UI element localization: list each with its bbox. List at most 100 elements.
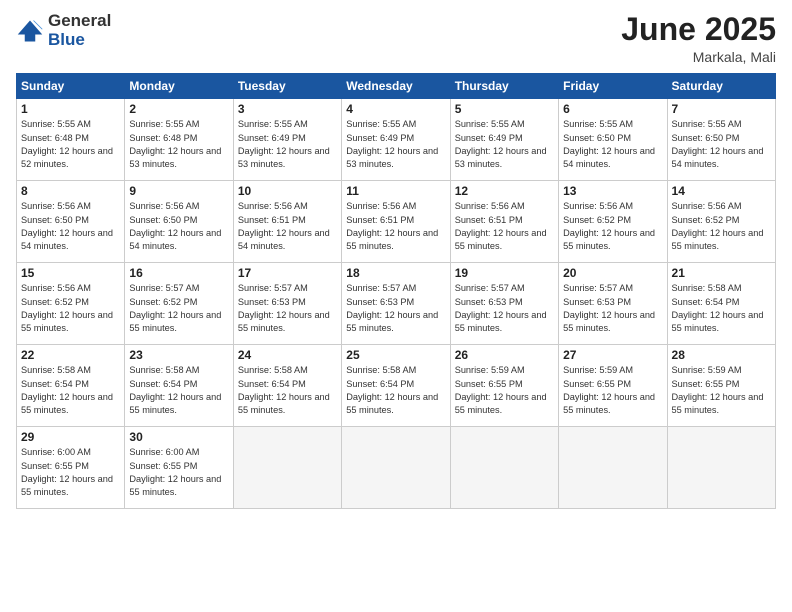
calendar-cell: 9 Sunrise: 5:56 AMSunset: 6:50 PMDayligh…	[125, 181, 233, 263]
day-number: 12	[455, 184, 554, 198]
day-info: Sunrise: 5:58 AMSunset: 6:54 PMDaylight:…	[129, 364, 228, 417]
day-number: 13	[563, 184, 662, 198]
day-number: 25	[346, 348, 445, 362]
day-number: 6	[563, 102, 662, 116]
logo-text: General Blue	[48, 12, 111, 49]
day-number: 2	[129, 102, 228, 116]
calendar-cell: 23 Sunrise: 5:58 AMSunset: 6:54 PMDaylig…	[125, 345, 233, 427]
day-number: 29	[21, 430, 120, 444]
day-info: Sunrise: 5:57 AMSunset: 6:53 PMDaylight:…	[346, 282, 445, 335]
calendar-cell: 7 Sunrise: 5:55 AMSunset: 6:50 PMDayligh…	[667, 99, 775, 181]
calendar-cell: 19 Sunrise: 5:57 AMSunset: 6:53 PMDaylig…	[450, 263, 558, 345]
day-number: 17	[238, 266, 337, 280]
day-number: 24	[238, 348, 337, 362]
calendar-cell	[559, 427, 667, 509]
calendar-cell: 6 Sunrise: 5:55 AMSunset: 6:50 PMDayligh…	[559, 99, 667, 181]
col-saturday: Saturday	[667, 74, 775, 99]
day-number: 27	[563, 348, 662, 362]
calendar-header-row: Sunday Monday Tuesday Wednesday Thursday…	[17, 74, 776, 99]
day-info: Sunrise: 5:59 AMSunset: 6:55 PMDaylight:…	[672, 364, 771, 417]
calendar-cell: 11 Sunrise: 5:56 AMSunset: 6:51 PMDaylig…	[342, 181, 450, 263]
day-number: 22	[21, 348, 120, 362]
day-info: Sunrise: 5:55 AMSunset: 6:49 PMDaylight:…	[238, 118, 337, 171]
day-info: Sunrise: 5:56 AMSunset: 6:52 PMDaylight:…	[563, 200, 662, 253]
calendar-week-row: 15 Sunrise: 5:56 AMSunset: 6:52 PMDaylig…	[17, 263, 776, 345]
day-info: Sunrise: 5:57 AMSunset: 6:53 PMDaylight:…	[563, 282, 662, 335]
col-sunday: Sunday	[17, 74, 125, 99]
day-info: Sunrise: 5:55 AMSunset: 6:48 PMDaylight:…	[21, 118, 120, 171]
calendar-cell	[450, 427, 558, 509]
day-info: Sunrise: 5:57 AMSunset: 6:53 PMDaylight:…	[238, 282, 337, 335]
col-tuesday: Tuesday	[233, 74, 341, 99]
logo: General Blue	[16, 12, 111, 49]
calendar-cell: 13 Sunrise: 5:56 AMSunset: 6:52 PMDaylig…	[559, 181, 667, 263]
calendar-week-row: 29 Sunrise: 6:00 AMSunset: 6:55 PMDaylig…	[17, 427, 776, 509]
calendar-cell: 17 Sunrise: 5:57 AMSunset: 6:53 PMDaylig…	[233, 263, 341, 345]
calendar-cell: 1 Sunrise: 5:55 AMSunset: 6:48 PMDayligh…	[17, 99, 125, 181]
day-info: Sunrise: 5:59 AMSunset: 6:55 PMDaylight:…	[563, 364, 662, 417]
calendar: Sunday Monday Tuesday Wednesday Thursday…	[16, 73, 776, 509]
calendar-cell: 2 Sunrise: 5:55 AMSunset: 6:48 PMDayligh…	[125, 99, 233, 181]
calendar-cell: 26 Sunrise: 5:59 AMSunset: 6:55 PMDaylig…	[450, 345, 558, 427]
day-number: 18	[346, 266, 445, 280]
logo-blue: Blue	[48, 31, 111, 50]
day-info: Sunrise: 5:58 AMSunset: 6:54 PMDaylight:…	[346, 364, 445, 417]
day-info: Sunrise: 5:55 AMSunset: 6:49 PMDaylight:…	[455, 118, 554, 171]
day-number: 3	[238, 102, 337, 116]
day-info: Sunrise: 5:56 AMSunset: 6:51 PMDaylight:…	[346, 200, 445, 253]
day-number: 21	[672, 266, 771, 280]
logo-general: General	[48, 12, 111, 31]
day-number: 10	[238, 184, 337, 198]
day-number: 9	[129, 184, 228, 198]
day-number: 28	[672, 348, 771, 362]
calendar-cell: 4 Sunrise: 5:55 AMSunset: 6:49 PMDayligh…	[342, 99, 450, 181]
month-title: June 2025	[621, 12, 776, 47]
calendar-week-row: 8 Sunrise: 5:56 AMSunset: 6:50 PMDayligh…	[17, 181, 776, 263]
day-number: 14	[672, 184, 771, 198]
col-monday: Monday	[125, 74, 233, 99]
header: General Blue June 2025 Markala, Mali	[16, 12, 776, 65]
calendar-cell: 12 Sunrise: 5:56 AMSunset: 6:51 PMDaylig…	[450, 181, 558, 263]
calendar-cell: 5 Sunrise: 5:55 AMSunset: 6:49 PMDayligh…	[450, 99, 558, 181]
calendar-cell: 20 Sunrise: 5:57 AMSunset: 6:53 PMDaylig…	[559, 263, 667, 345]
calendar-cell: 22 Sunrise: 5:58 AMSunset: 6:54 PMDaylig…	[17, 345, 125, 427]
calendar-cell	[667, 427, 775, 509]
day-info: Sunrise: 5:57 AMSunset: 6:52 PMDaylight:…	[129, 282, 228, 335]
calendar-cell: 21 Sunrise: 5:58 AMSunset: 6:54 PMDaylig…	[667, 263, 775, 345]
calendar-week-row: 22 Sunrise: 5:58 AMSunset: 6:54 PMDaylig…	[17, 345, 776, 427]
day-number: 11	[346, 184, 445, 198]
day-number: 23	[129, 348, 228, 362]
day-info: Sunrise: 6:00 AMSunset: 6:55 PMDaylight:…	[129, 446, 228, 499]
day-number: 20	[563, 266, 662, 280]
page: General Blue June 2025 Markala, Mali Sun…	[0, 0, 792, 612]
day-info: Sunrise: 5:55 AMSunset: 6:49 PMDaylight:…	[346, 118, 445, 171]
day-number: 4	[346, 102, 445, 116]
day-info: Sunrise: 5:56 AMSunset: 6:50 PMDaylight:…	[21, 200, 120, 253]
calendar-cell: 3 Sunrise: 5:55 AMSunset: 6:49 PMDayligh…	[233, 99, 341, 181]
calendar-cell: 15 Sunrise: 5:56 AMSunset: 6:52 PMDaylig…	[17, 263, 125, 345]
day-info: Sunrise: 5:56 AMSunset: 6:50 PMDaylight:…	[129, 200, 228, 253]
day-info: Sunrise: 5:58 AMSunset: 6:54 PMDaylight:…	[21, 364, 120, 417]
day-info: Sunrise: 5:55 AMSunset: 6:50 PMDaylight:…	[672, 118, 771, 171]
day-number: 7	[672, 102, 771, 116]
location: Markala, Mali	[621, 49, 776, 65]
calendar-cell: 8 Sunrise: 5:56 AMSunset: 6:50 PMDayligh…	[17, 181, 125, 263]
title-block: June 2025 Markala, Mali	[621, 12, 776, 65]
calendar-cell: 27 Sunrise: 5:59 AMSunset: 6:55 PMDaylig…	[559, 345, 667, 427]
day-number: 8	[21, 184, 120, 198]
col-friday: Friday	[559, 74, 667, 99]
calendar-cell: 18 Sunrise: 5:57 AMSunset: 6:53 PMDaylig…	[342, 263, 450, 345]
calendar-cell: 10 Sunrise: 5:56 AMSunset: 6:51 PMDaylig…	[233, 181, 341, 263]
day-number: 5	[455, 102, 554, 116]
day-number: 16	[129, 266, 228, 280]
day-number: 30	[129, 430, 228, 444]
calendar-cell: 25 Sunrise: 5:58 AMSunset: 6:54 PMDaylig…	[342, 345, 450, 427]
day-info: Sunrise: 5:59 AMSunset: 6:55 PMDaylight:…	[455, 364, 554, 417]
calendar-cell: 16 Sunrise: 5:57 AMSunset: 6:52 PMDaylig…	[125, 263, 233, 345]
calendar-cell: 30 Sunrise: 6:00 AMSunset: 6:55 PMDaylig…	[125, 427, 233, 509]
day-info: Sunrise: 5:55 AMSunset: 6:50 PMDaylight:…	[563, 118, 662, 171]
calendar-cell: 29 Sunrise: 6:00 AMSunset: 6:55 PMDaylig…	[17, 427, 125, 509]
day-number: 26	[455, 348, 554, 362]
calendar-cell	[342, 427, 450, 509]
day-info: Sunrise: 6:00 AMSunset: 6:55 PMDaylight:…	[21, 446, 120, 499]
